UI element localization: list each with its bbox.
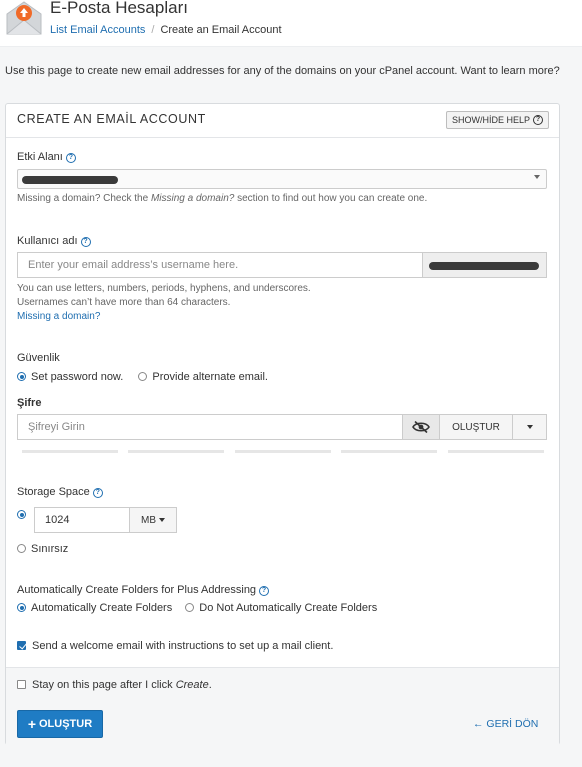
radio-icon xyxy=(17,544,26,553)
storage-unit-dropdown[interactable]: MB xyxy=(129,507,177,533)
create-button-label: OLUŞTUR xyxy=(39,718,93,730)
domain-label-row: Etki Alanı? xyxy=(17,151,76,163)
no-auto-create-folders-label: Do Not Automatically Create Folders xyxy=(199,602,378,614)
show-hide-help-button[interactable]: SHOW/HİDE HELP ? xyxy=(446,111,550,129)
domain-note-suffix: section to find out how you can create o… xyxy=(234,193,428,204)
storage-unlimited-label: Sınırsız xyxy=(31,543,69,555)
set-password-label: Set password now. xyxy=(31,371,124,383)
strength-meter-segment xyxy=(448,450,544,453)
panel-title: CREATE AN EMAİL ACCOUNT xyxy=(17,112,206,126)
breadcrumb-list-accounts-link[interactable]: List Email Accounts xyxy=(50,24,145,36)
strength-meter-segment xyxy=(128,450,224,453)
username-input[interactable]: Enter your email address’s username here… xyxy=(17,252,423,278)
breadcrumb: List Email Accounts / Create an Email Acco… xyxy=(50,24,282,36)
breadcrumb-current: Create an Email Account xyxy=(160,24,282,36)
page-title: E-Posta Hesapları xyxy=(50,0,188,17)
username-help-icon[interactable]: ? xyxy=(80,237,91,247)
security-options: Set password now. Provide alternate emai… xyxy=(17,371,268,383)
plus-addressing-label-row: Automatically Create Folders for Plus Ad… xyxy=(17,584,270,596)
dropdown-arrow-icon xyxy=(534,175,540,179)
auto-create-folders-label: Automatically Create Folders xyxy=(31,602,173,614)
radio-selected-icon xyxy=(17,510,26,519)
domain-select[interactable] xyxy=(17,169,547,189)
alternate-email-label: Provide alternate email. xyxy=(152,371,268,383)
password-input[interactable]: Şifreyi Girin xyxy=(17,414,403,440)
plus-icon: + xyxy=(27,716,36,732)
plus-addressing-label: Automatically Create Folders for Plus Ad… xyxy=(17,584,257,596)
storage-help-icon[interactable]: ? xyxy=(92,488,103,498)
breadcrumb-separator: / xyxy=(151,24,155,36)
username-placeholder: Enter your email address’s username here… xyxy=(28,259,239,271)
eye-slash-icon xyxy=(412,421,430,433)
welcome-email-label: Send a welcome email with instructions t… xyxy=(32,640,334,652)
envelope-upload-icon xyxy=(5,0,43,36)
welcome-email-checkbox[interactable]: Send a welcome email with instructions t… xyxy=(17,640,333,652)
strength-meter-segment xyxy=(235,450,331,453)
generate-options-dropdown[interactable] xyxy=(512,414,547,440)
panel-footer: Stay on this page after I click Create. … xyxy=(6,667,559,745)
plus-addressing-options: Automatically Create Folders Do Not Auto… xyxy=(17,602,377,614)
redacted-domain-suffix xyxy=(429,262,539,270)
generate-password-button[interactable]: OLUŞTUR xyxy=(439,414,513,440)
radio-icon xyxy=(138,372,148,381)
username-domain-addon xyxy=(422,252,547,278)
stay-on-page-prefix: Stay on this page after I click xyxy=(32,679,176,691)
radio-selected-icon xyxy=(17,372,26,381)
domain-help-icon[interactable]: ? xyxy=(65,153,76,163)
generate-password-label: OLUŞTUR xyxy=(452,421,500,433)
redacted-domain xyxy=(22,176,118,184)
domain-label: Etki Alanı xyxy=(17,151,63,163)
auto-create-folders-radio[interactable]: Automatically Create Folders xyxy=(17,602,172,614)
username-label: Kullanıcı adı xyxy=(17,235,78,247)
toggle-password-visibility-button[interactable] xyxy=(402,414,440,440)
help-button-label: SHOW/HİDE HELP xyxy=(452,115,531,125)
username-note-1: You can use letters, numbers, periods, h… xyxy=(17,283,311,294)
set-password-radio[interactable]: Set password now. xyxy=(17,371,123,383)
stay-on-page-suffix: . xyxy=(208,679,212,691)
security-label: Güvenlik xyxy=(17,352,60,364)
radio-selected-icon xyxy=(17,603,26,612)
go-back-link[interactable]: ← GERİ DÖN xyxy=(473,718,538,730)
stay-on-page-italic: Create xyxy=(175,679,209,691)
domain-note: Missing a domain? Check the Missing a do… xyxy=(17,192,427,205)
question-icon: ? xyxy=(533,115,544,125)
create-button[interactable]: + OLUŞTUR xyxy=(17,710,103,738)
checkbox-checked-icon xyxy=(17,641,26,650)
intro-text: Use this page to create new email addres… xyxy=(5,65,560,77)
storage-label-row: Storage Space? xyxy=(17,486,103,498)
domain-note-prefix: Missing a domain? Check the xyxy=(17,193,151,204)
radio-icon xyxy=(185,603,195,612)
panel-header: CREATE AN EMAİL ACCOUNT SHOW/HİDE HELP ? xyxy=(6,104,559,138)
storage-label: Storage Space xyxy=(17,486,90,498)
username-label-row: Kullanıcı adı? xyxy=(17,235,91,247)
create-account-panel: CREATE AN EMAİL ACCOUNT SHOW/HİDE HELP ?… xyxy=(5,103,560,745)
missing-domain-link[interactable]: Missing a domain? xyxy=(17,310,100,323)
arrow-left-icon: ← xyxy=(473,718,484,730)
no-auto-create-folders-radio[interactable]: Do Not Automatically Create Folders xyxy=(185,602,377,614)
storage-quota-value: 1024 xyxy=(45,514,70,526)
caret-down-icon xyxy=(526,425,533,429)
storage-quota-input[interactable]: 1024 xyxy=(34,507,130,533)
domain-note-italic: Missing a domain? xyxy=(150,193,235,204)
storage-custom-radio[interactable] xyxy=(17,509,31,521)
stay-on-page-checkbox[interactable]: Stay on this page after I click Create. xyxy=(17,679,212,691)
page-header: E-Posta Hesapları List Email Accounts / Cr… xyxy=(0,0,582,47)
storage-unlimited-radio[interactable]: Sınırsız xyxy=(17,543,68,555)
caret-down-icon xyxy=(159,518,165,522)
plus-addressing-help-icon[interactable]: ? xyxy=(259,586,270,596)
alternate-email-radio[interactable]: Provide alternate email. xyxy=(138,371,268,383)
go-back-label: GERİ DÖN xyxy=(486,718,539,730)
password-placeholder: Şifreyi Girin xyxy=(28,421,85,433)
storage-unit-label: MB xyxy=(141,514,156,526)
username-note-2: Usernames can’t have more than 64 charac… xyxy=(17,297,231,308)
strength-meter-segment xyxy=(22,450,118,453)
strength-meter-segment xyxy=(341,450,437,453)
checkbox-icon xyxy=(17,680,26,689)
password-label: Şifre xyxy=(17,397,42,409)
